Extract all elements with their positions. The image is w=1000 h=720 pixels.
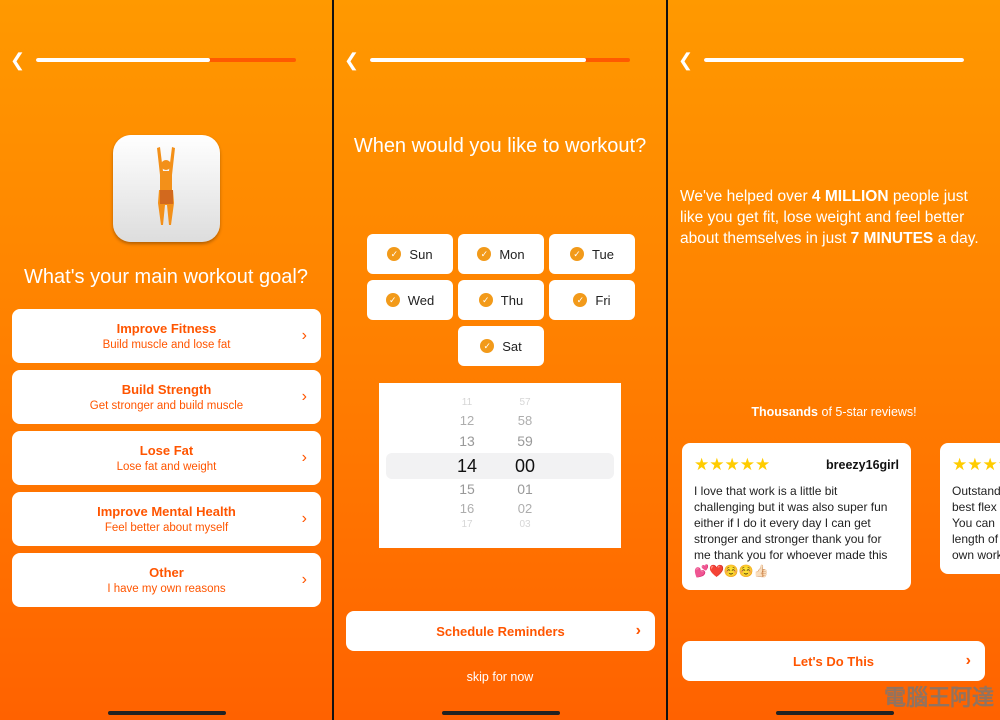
schedule-screen: ❮ When would you like to workout? ✓ Sun ✓ M… — [334, 0, 666, 720]
page-title: When would you like to workout? — [353, 135, 647, 157]
checkmark-icon: ✓ — [387, 247, 402, 261]
goal-subtitle: Lose fat and weight — [116, 461, 217, 473]
picker-value: 59 — [517, 433, 533, 449]
picker-value: 03 — [519, 519, 531, 530]
chevron-right-icon: › — [301, 388, 307, 405]
chevron-right-icon: › — [301, 327, 307, 344]
progress-bar — [704, 58, 964, 62]
goal-option[interactable]: Improve Mental Health Feel better about m… — [12, 492, 321, 546]
goal-option[interactable]: Other I have my own reasons › — [12, 553, 321, 607]
day-label: Wed — [407, 292, 435, 308]
day-toggle[interactable]: ✓ Fri — [549, 280, 635, 320]
day-toggle[interactable]: ✓ Thu — [458, 280, 544, 320]
checkmark-icon: ✓ — [570, 247, 585, 261]
chevron-left-icon[interactable]: ❮ — [678, 50, 693, 71]
star-rating: ★★★★★ — [694, 455, 771, 474]
social-proof-screen: ❮ We've helped over 4 MILLION people jus… — [668, 0, 1000, 720]
day-label: Thu — [500, 292, 524, 308]
picker-value: 01 — [517, 481, 533, 497]
home-indicator — [442, 711, 560, 715]
goal-subtitle: Get stronger and build muscle — [89, 400, 244, 412]
chevron-right-icon: › — [301, 449, 307, 466]
review-author: breezy16girl — [826, 458, 899, 472]
chevron-right-icon: › — [301, 571, 307, 588]
day-toggle[interactable]: ✓ Sat — [458, 326, 544, 366]
goal-title: Improve Fitness — [116, 321, 217, 336]
picker-value: 00 — [514, 456, 536, 476]
checkmark-icon: ✓ — [477, 247, 492, 261]
app-logo — [113, 135, 220, 242]
reviews-heading: Thousands of 5-star reviews! — [751, 405, 917, 419]
chevron-right-icon: › — [635, 622, 641, 639]
chevron-right-icon: › — [301, 510, 307, 527]
checkmark-icon: ✓ — [480, 339, 495, 353]
goal-subtitle: Build muscle and lose fat — [102, 339, 231, 351]
goal-subtitle: Feel better about myself — [104, 522, 229, 534]
review-text: Outstand best flex You can length of own… — [952, 484, 1000, 562]
goal-screen: ❮ What's your main workout goal? Improve… — [0, 0, 332, 720]
goal-subtitle: I have my own reasons — [107, 583, 226, 595]
picker-value: 58 — [517, 413, 533, 428]
star-rating: ★★★★★ — [952, 455, 1000, 474]
goal-title: Build Strength — [121, 382, 212, 397]
chevron-right-icon: › — [965, 652, 971, 669]
progress-bar — [370, 58, 630, 62]
picker-value: 02 — [517, 501, 533, 516]
intro-text: We've helped over 4 MILLION people just … — [680, 188, 979, 247]
day-label: Sat — [502, 338, 522, 354]
lets-do-this-button[interactable]: Let's Do This › — [682, 641, 985, 681]
day-label: Sun — [409, 246, 433, 262]
picker-value: 15 — [459, 481, 475, 497]
goal-option[interactable]: Lose Fat Lose fat and weight › — [12, 431, 321, 485]
goal-title: Other — [149, 565, 184, 580]
picker-value: 14 — [456, 456, 478, 476]
skip-link[interactable]: skip for now — [334, 670, 666, 684]
day-label: Mon — [499, 246, 525, 262]
picker-value: 17 — [461, 519, 473, 530]
day-toggle[interactable]: ✓ Wed — [367, 280, 453, 320]
goal-title: Improve Mental Health — [97, 504, 236, 519]
checkmark-icon: ✓ — [573, 293, 588, 307]
checkmark-icon: ✓ — [478, 293, 493, 307]
goal-title: Lose Fat — [139, 443, 194, 458]
review-card: ★★★★★ breezy16girl I love that work is a … — [682, 443, 911, 590]
watermark: 電腦王阿達 — [883, 685, 994, 710]
page-title: What's your main workout goal? — [24, 266, 308, 288]
home-indicator — [108, 711, 226, 715]
picker-value: 57 — [519, 397, 531, 408]
day-toggle[interactable]: ✓ Tue — [549, 234, 635, 274]
picker-value: 11 — [461, 397, 473, 408]
chevron-left-icon[interactable]: ❮ — [10, 50, 25, 71]
checkmark-icon: ✓ — [385, 293, 400, 307]
home-indicator — [776, 711, 894, 715]
review-card: ★★★★★ Outstand best flex You can length … — [940, 443, 1000, 574]
day-label: Fri — [595, 292, 611, 308]
picker-value: 13 — [459, 433, 475, 449]
button-label: Let's Do This — [792, 653, 875, 669]
goal-option[interactable]: Build Strength Get stronger and build mus… — [12, 370, 321, 424]
picker-value: 16 — [459, 501, 475, 516]
schedule-reminders-button[interactable]: Schedule Reminders › — [346, 611, 655, 651]
picker-value: 12 — [459, 413, 475, 428]
review-text: I love that work is a little bit challen… — [694, 484, 888, 578]
chevron-left-icon[interactable]: ❮ — [344, 50, 359, 71]
progress-bar — [36, 58, 296, 62]
time-picker[interactable]: 11 12 13 14 15 16 17 57 58 59 00 01 02 03 — [379, 383, 621, 548]
button-label: Schedule Reminders — [436, 623, 565, 639]
day-toggle[interactable]: ✓ Sun — [367, 234, 453, 274]
day-label: Tue — [592, 246, 614, 262]
picker-selection — [386, 453, 614, 479]
day-toggle[interactable]: ✓ Mon — [458, 234, 544, 274]
goal-option[interactable]: Improve Fitness Build muscle and lose fat… — [12, 309, 321, 363]
